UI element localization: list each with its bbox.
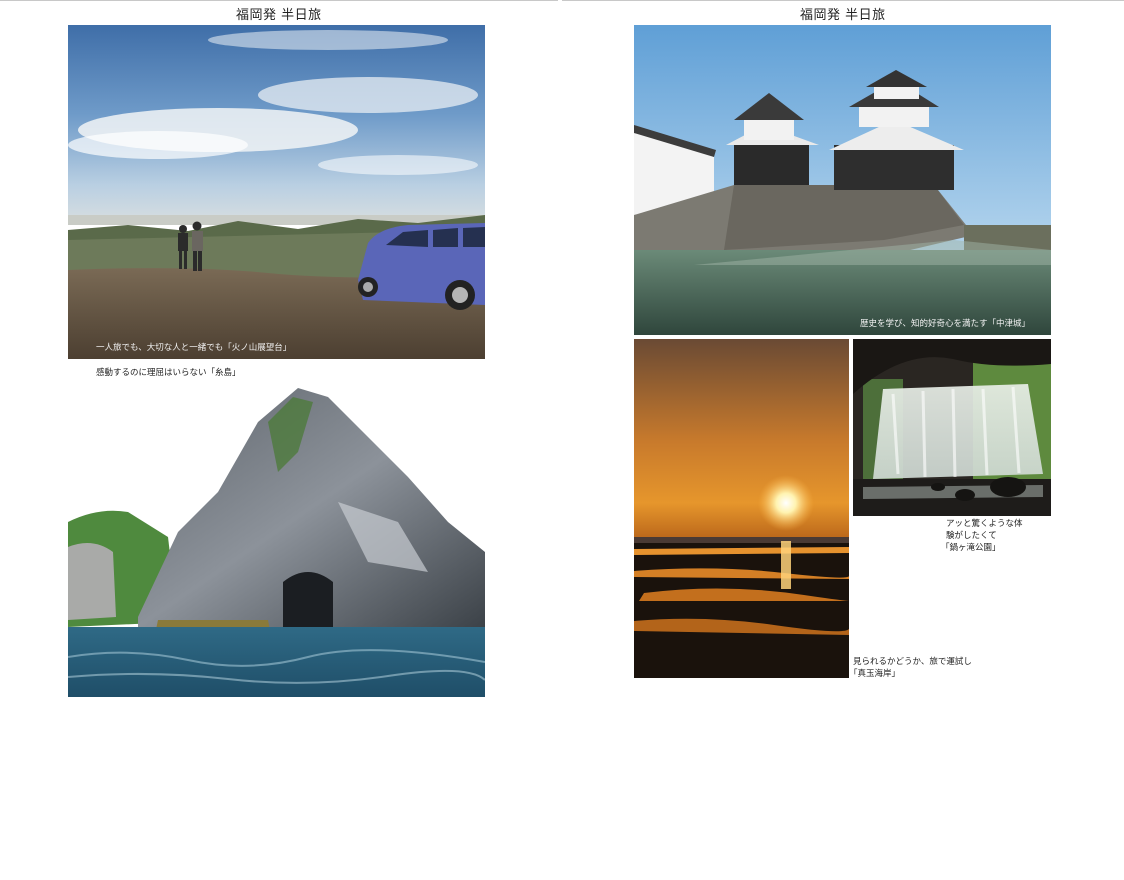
- waterfall-caption-line-1: アッと驚くような体: [946, 519, 1023, 529]
- page-title: 福岡発 半日旅: [236, 8, 322, 23]
- sea-rock-photo: [68, 382, 485, 697]
- right-page: 福岡発 半日旅 歴史を学び、知的好奇心を満たす「中津城」 アッと驚くような体 験…: [562, 0, 1124, 880]
- waterfall-caption-line-3: 「鍋ヶ滝公園」: [941, 543, 1001, 553]
- sunset-caption-line-2: 「真玉海岸」: [849, 669, 901, 679]
- sunset-photo: [634, 339, 849, 678]
- page-title: 福岡発 半日旅: [800, 8, 886, 23]
- lookout-photo: [68, 25, 485, 359]
- top-rule: [0, 0, 558, 1]
- lookout-caption: 一人旅でも、大切な人と一緒でも「火ノ山展望台」: [96, 343, 292, 353]
- left-page: 福岡発 半日旅 一人旅でも、大切な人と一緒でも「火ノ山展望台」 感動するのに理屈…: [0, 0, 558, 880]
- top-rule: [562, 0, 1124, 1]
- castle-photo: [634, 25, 1051, 335]
- itoshima-caption: 感動するのに理屈はいらない「糸島」: [96, 368, 241, 378]
- castle-caption: 歴史を学び、知的好奇心を満たす「中津城」: [860, 319, 1031, 329]
- sunset-caption-line-1: 見られるかどうか、旅で運試し: [853, 657, 972, 667]
- waterfall-caption-line-2: 験がしたくて: [946, 531, 997, 541]
- waterfall-photo: [853, 339, 1051, 516]
